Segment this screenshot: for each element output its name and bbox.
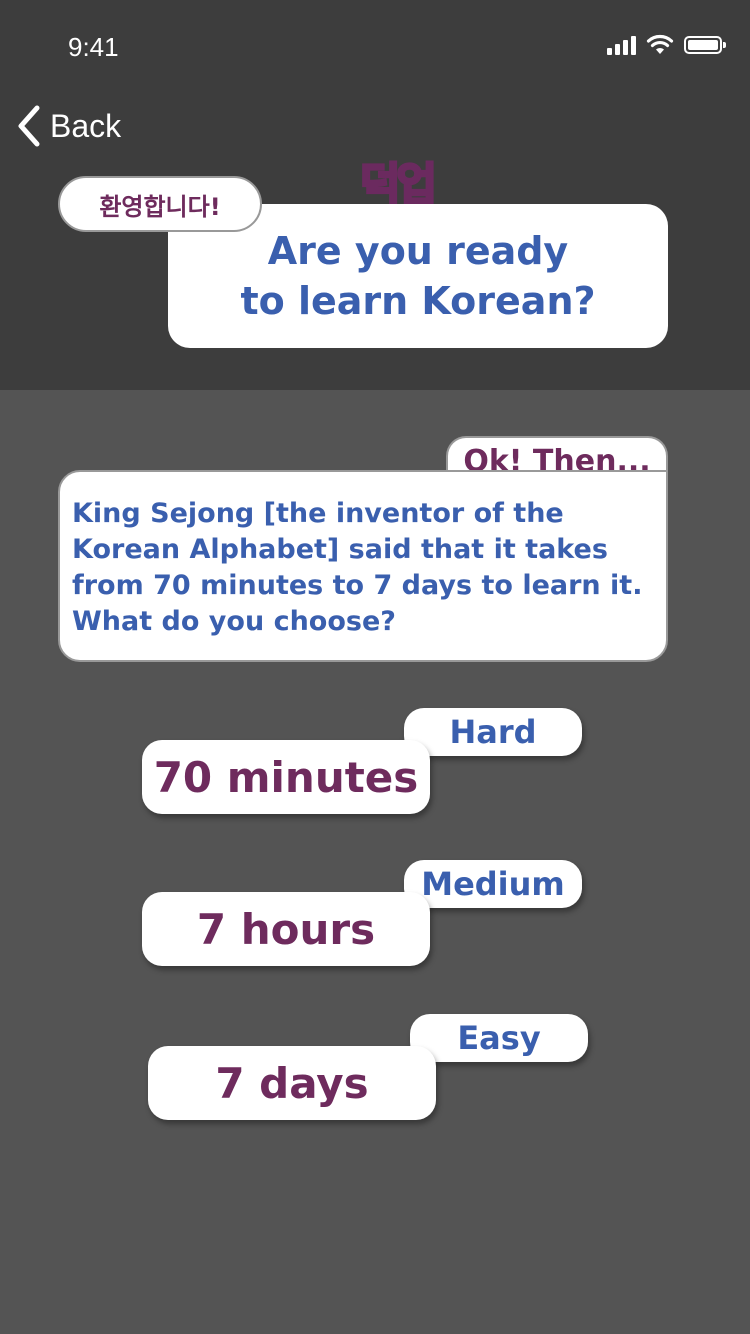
- back-button[interactable]: Back: [16, 104, 121, 148]
- duration-button[interactable]: 7 hours: [142, 892, 430, 966]
- difficulty-label: Medium: [404, 860, 582, 908]
- title-line-1: Are you ready: [267, 229, 569, 273]
- title-line-2: to learn Korean?: [240, 279, 596, 323]
- question-card: King Sejong [the inventor of the Korean …: [58, 470, 668, 662]
- chevron-left-icon: [18, 105, 40, 147]
- back-label: Back: [50, 107, 122, 144]
- difficulty-label: Hard: [404, 708, 582, 756]
- status-time: 9:41: [68, 32, 119, 62]
- option-easy[interactable]: Easy 7 days: [148, 1014, 588, 1124]
- duration-button[interactable]: 70 minutes: [142, 740, 430, 814]
- difficulty-label: Easy: [410, 1014, 588, 1062]
- welcome-badge: 환영합니다!: [58, 176, 262, 232]
- option-hard[interactable]: Hard 70 minutes: [142, 708, 582, 818]
- header-section: 9:41 Back 덕업 환영합니다! Are you ready to lea…: [0, 0, 750, 390]
- duration-button[interactable]: 7 days: [148, 1046, 436, 1120]
- wifi-icon: [646, 34, 674, 54]
- status-icons: [607, 34, 726, 56]
- option-medium[interactable]: Medium 7 hours: [142, 860, 582, 970]
- battery-icon: [684, 36, 726, 54]
- cellular-signal-icon: [607, 35, 636, 55]
